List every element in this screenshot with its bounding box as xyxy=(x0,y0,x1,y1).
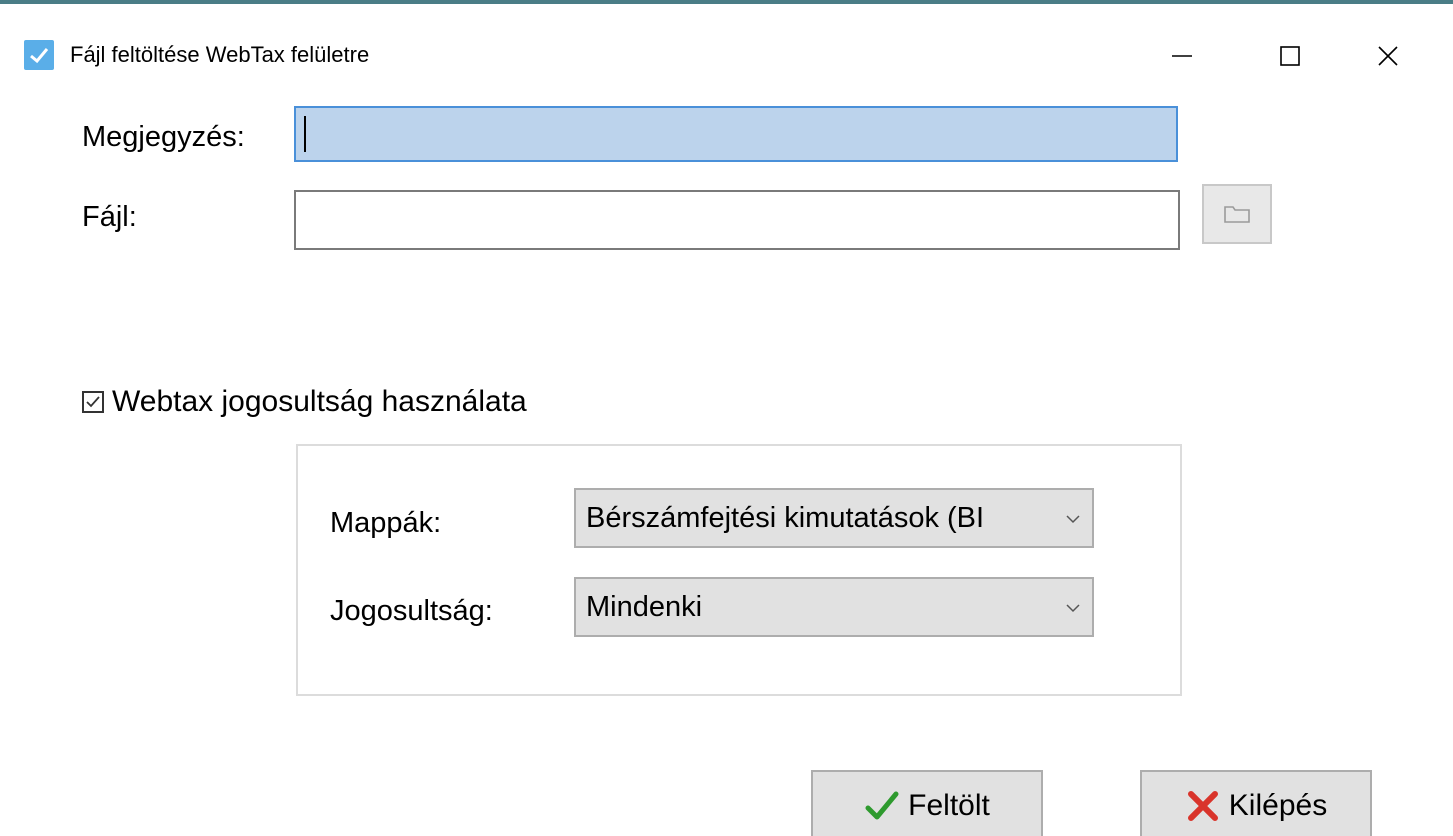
note-input[interactable] xyxy=(294,106,1178,162)
folder-icon xyxy=(1224,206,1250,223)
webtax-permission-toggle[interactable]: Webtax jogosultság használata xyxy=(82,382,527,422)
exit-button-label: Kilépés xyxy=(1228,789,1328,822)
file-path-input[interactable] xyxy=(294,190,1180,250)
upload-dialog: Fájl feltöltése WebTax felületre Megjegy… xyxy=(0,0,1453,836)
maximize-icon xyxy=(1280,46,1300,66)
minimize-icon xyxy=(1172,55,1192,57)
webtax-permission-checkbox[interactable] xyxy=(82,391,104,413)
chevron-down-icon xyxy=(1066,515,1080,524)
exit-button[interactable]: Kilépés xyxy=(1140,770,1372,836)
browse-file-button[interactable] xyxy=(1202,184,1272,244)
folders-label: Mappák: xyxy=(330,507,442,539)
file-label: Fájl: xyxy=(82,201,137,233)
window-title: Fájl feltöltése WebTax felületre xyxy=(70,42,370,67)
checkmark-app-icon xyxy=(24,40,54,70)
note-label: Megjegyzés: xyxy=(82,121,245,153)
green-check-icon xyxy=(865,791,899,820)
permission-label: Jogosultság: xyxy=(330,595,493,627)
close-icon xyxy=(1378,46,1398,66)
title-bar[interactable]: Fájl feltöltése WebTax felületre xyxy=(0,8,1453,88)
permission-group-box xyxy=(296,444,1182,696)
red-x-icon xyxy=(1187,791,1218,821)
checkmark-icon xyxy=(86,396,100,408)
chevron-down-icon xyxy=(1066,604,1080,613)
text-caret xyxy=(304,116,306,152)
permission-dropdown[interactable]: Mindenki xyxy=(574,577,1094,637)
permission-selected-value: Mindenki xyxy=(586,591,703,623)
close-button[interactable] xyxy=(1366,34,1410,78)
folders-selected-value: Bérszámfejtési kimutatások (BI xyxy=(586,502,985,534)
folders-dropdown[interactable]: Bérszámfejtési kimutatások (BI xyxy=(574,488,1094,548)
upload-button[interactable]: Feltölt xyxy=(811,770,1043,836)
minimize-button[interactable] xyxy=(1160,34,1204,78)
upload-button-label: Feltölt xyxy=(908,789,990,822)
webtax-permission-label: Webtax jogosultság használata xyxy=(112,385,527,418)
maximize-button[interactable] xyxy=(1268,34,1312,78)
